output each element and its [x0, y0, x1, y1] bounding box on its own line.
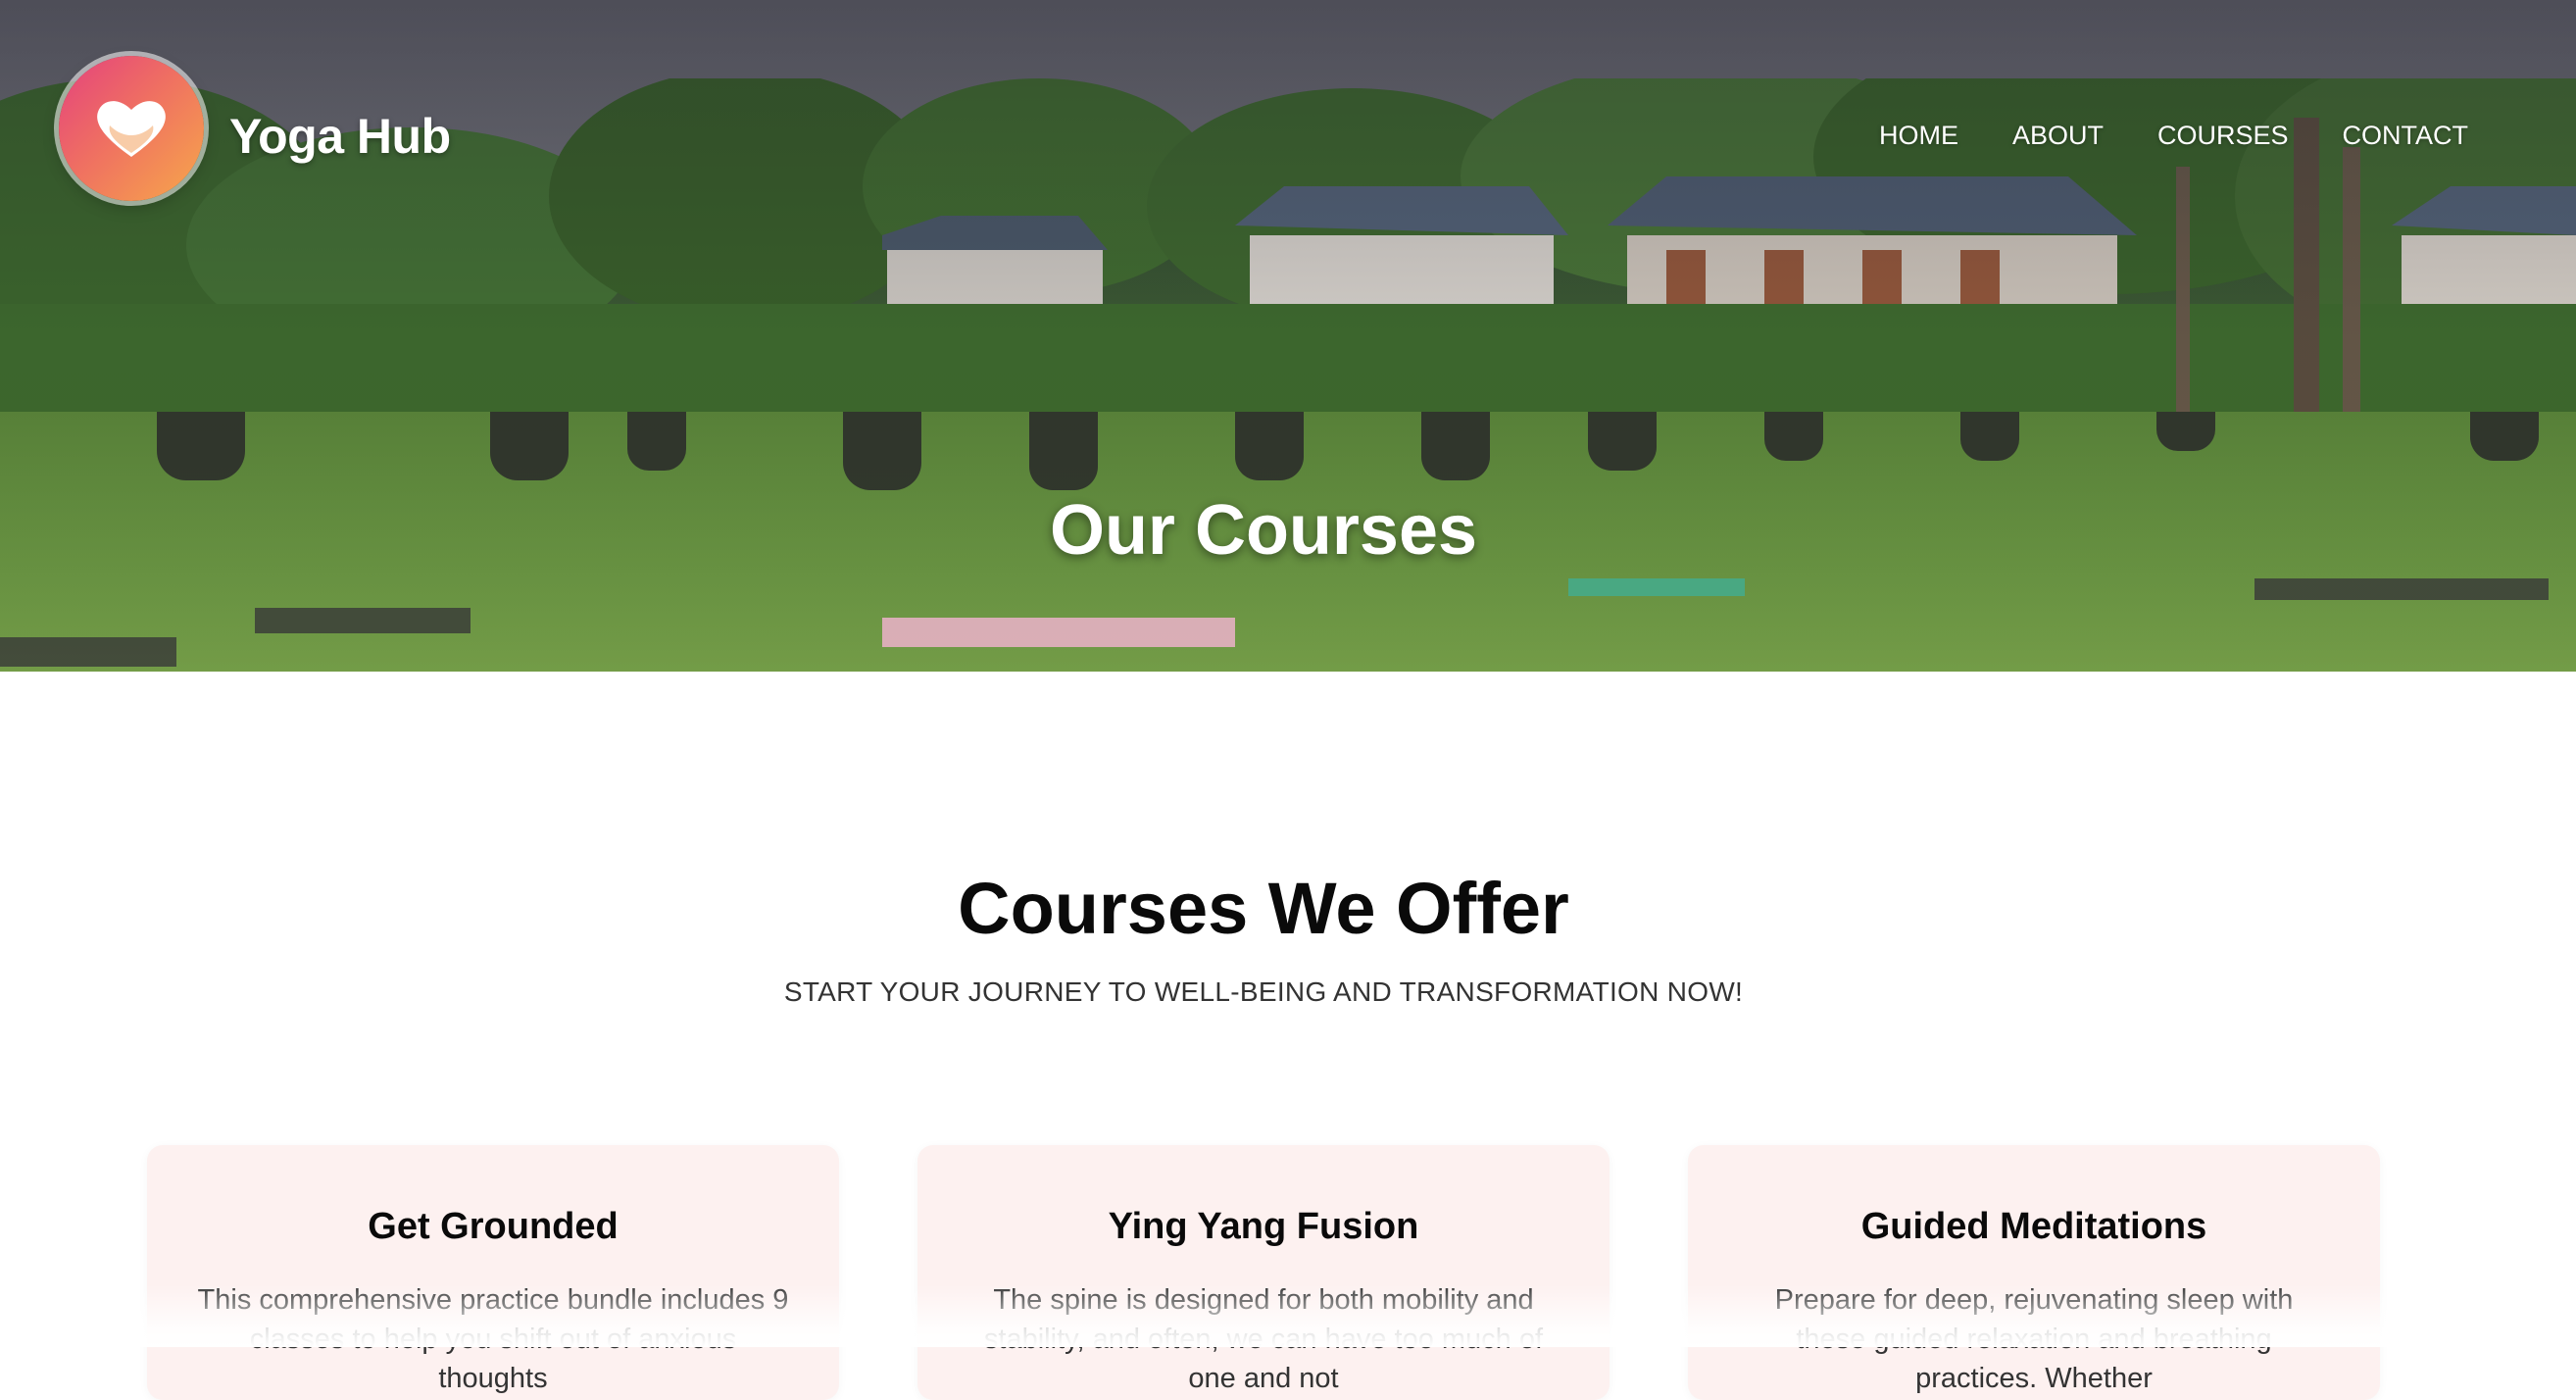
hero-title: Our Courses: [1049, 491, 1478, 570]
course-card-get-grounded[interactable]: Get Grounded This comprehensive practice…: [147, 1145, 839, 1400]
course-title: Guided Meditations: [1860, 1206, 2207, 1247]
course-card-ying-yang-fusion[interactable]: Ying Yang Fusion The spine is designed f…: [917, 1145, 1610, 1400]
brand-name[interactable]: Yoga Hub: [229, 102, 451, 171]
course-cards: Get Grounded This comprehensive practice…: [147, 1145, 2382, 1400]
course-description: This comprehensive practice bundle inclu…: [197, 1284, 789, 1394]
nav-home[interactable]: HOME: [1879, 116, 1958, 155]
heart-icon: [97, 101, 166, 157]
section-subtitle: START YOUR JOURNEY TO WELL-BEING AND TRA…: [783, 976, 1744, 1007]
logo-badge[interactable]: [59, 56, 204, 201]
course-title: Ying Yang Fusion: [1108, 1206, 1419, 1247]
section-title: Courses We Offer: [958, 868, 1569, 949]
course-card-guided-meditations[interactable]: Guided Meditations Prepare for deep, rej…: [1688, 1145, 2380, 1400]
main-nav: HOME ABOUT COURSES CONTACT: [1879, 116, 2468, 155]
course-description: The spine is designed for both mobility …: [983, 1284, 1544, 1394]
course-title: Get Grounded: [368, 1206, 619, 1247]
nav-courses[interactable]: COURSES: [2157, 116, 2289, 155]
nav-about[interactable]: ABOUT: [2012, 116, 2104, 155]
course-description: Prepare for deep, rejuvenating sleep wit…: [1774, 1284, 2294, 1394]
nav-contact[interactable]: CONTACT: [2343, 116, 2469, 155]
